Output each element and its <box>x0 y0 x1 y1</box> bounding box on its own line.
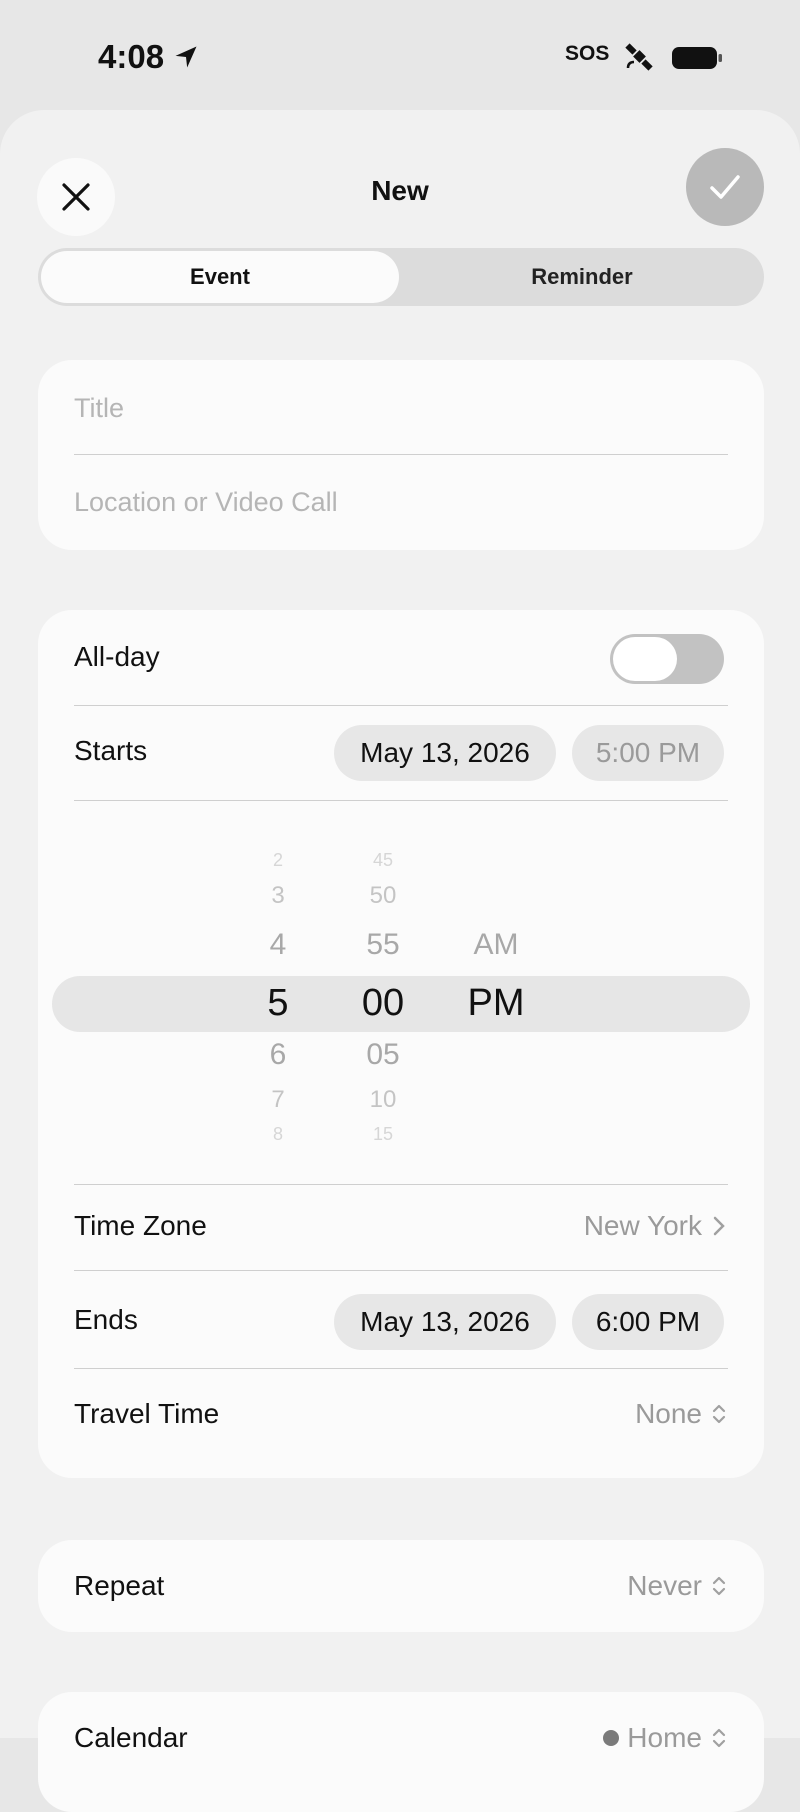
calendar-color-dot <box>603 1730 620 1746</box>
picker-hour-selected[interactable]: 5 <box>243 982 313 1025</box>
status-time: 4:08 <box>98 38 200 76</box>
new-event-sheet: New Event Reminder All-day Starts May 13… <box>0 110 800 1812</box>
travel-time-value[interactable]: None <box>635 1398 728 1430</box>
status-time-text: 4:08 <box>98 38 165 75</box>
location-input[interactable] <box>74 472 728 532</box>
picker-minute-item[interactable]: 10 <box>338 1086 428 1114</box>
toggle-knob <box>613 637 677 681</box>
picker-minute-item[interactable]: 50 <box>338 882 428 910</box>
picker-hour-item[interactable]: 8 <box>243 1124 313 1145</box>
picker-minute-item[interactable]: 15 <box>338 1124 428 1145</box>
divider <box>74 1270 728 1271</box>
calendar-label: Calendar <box>74 1722 188 1753</box>
divider <box>74 800 728 801</box>
time-zone-value[interactable]: New York <box>584 1210 728 1242</box>
divider <box>74 1368 728 1369</box>
all-day-toggle[interactable] <box>610 634 724 684</box>
calendar-value[interactable]: Home <box>603 1722 728 1754</box>
divider <box>74 454 728 455</box>
repeat-card[interactable]: Repeat Never <box>38 1540 764 1632</box>
starts-date-pill[interactable]: May 13, 2026 <box>334 725 556 781</box>
calendar-text: Home <box>627 1722 702 1753</box>
chevron-right-icon <box>713 1216 725 1236</box>
picker-minute-item[interactable]: 45 <box>338 850 428 871</box>
picker-am-item[interactable]: AM <box>451 928 541 962</box>
picker-minute-item[interactable]: 55 <box>338 928 428 962</box>
travel-time-text: None <box>635 1398 702 1429</box>
picker-hour-item[interactable]: 3 <box>243 882 313 910</box>
time-zone-label: Time Zone <box>74 1210 207 1241</box>
divider <box>74 705 728 706</box>
repeat-value[interactable]: Never <box>627 1570 728 1602</box>
time-zone-text: New York <box>583 1210 702 1241</box>
picker-minute-item[interactable]: 05 <box>338 1038 428 1072</box>
confirm-button[interactable] <box>686 148 764 226</box>
segment-reminder[interactable]: Reminder <box>403 251 761 303</box>
picker-pm-selected[interactable]: PM <box>451 982 541 1025</box>
title-input[interactable] <box>74 378 728 438</box>
ends-label: Ends <box>74 1304 138 1335</box>
repeat-label: Repeat <box>74 1570 165 1601</box>
starts-label: Starts <box>74 735 148 766</box>
title-location-card <box>38 360 764 550</box>
ends-date-pill[interactable]: May 13, 2026 <box>334 1294 556 1350</box>
picker-hour-item[interactable]: 4 <box>243 928 313 962</box>
ends-time-pill[interactable]: 6:00 PM <box>572 1294 724 1350</box>
picker-minute-selected[interactable]: 00 <box>338 982 428 1025</box>
chevron-up-down-icon <box>712 1728 726 1748</box>
sos-indicator: SOS <box>565 42 610 65</box>
location-arrow-icon <box>175 46 197 68</box>
chevron-up-down-icon <box>712 1404 726 1424</box>
chevron-up-down-icon <box>712 1576 726 1596</box>
sheet-title: New <box>371 175 429 206</box>
repeat-text: Never <box>627 1570 702 1601</box>
starts-time-pill[interactable]: 5:00 PM <box>572 725 724 781</box>
picker-hour-item[interactable]: 7 <box>243 1086 313 1114</box>
time-picker-wheel[interactable]: 2 3 4 5 6 7 8 45 50 55 00 05 10 15 AM PM <box>38 840 764 1170</box>
divider <box>74 1184 728 1185</box>
status-bar: 4:08 SOS <box>0 0 800 110</box>
segment-event[interactable]: Event <box>41 251 399 303</box>
battery-icon <box>672 47 722 69</box>
satellite-icon <box>625 43 653 71</box>
calendar-card[interactable]: Calendar Home <box>38 1692 764 1812</box>
date-time-card: All-day Starts May 13, 2026 5:00 PM 2 3 … <box>38 610 764 1478</box>
picker-hour-item[interactable]: 2 <box>243 850 313 871</box>
event-reminder-segmented-control: Event Reminder <box>38 248 764 306</box>
checkmark-icon <box>710 175 740 199</box>
travel-time-label: Travel Time <box>74 1398 220 1429</box>
all-day-label: All-day <box>74 641 160 672</box>
picker-hour-item[interactable]: 6 <box>243 1038 313 1072</box>
